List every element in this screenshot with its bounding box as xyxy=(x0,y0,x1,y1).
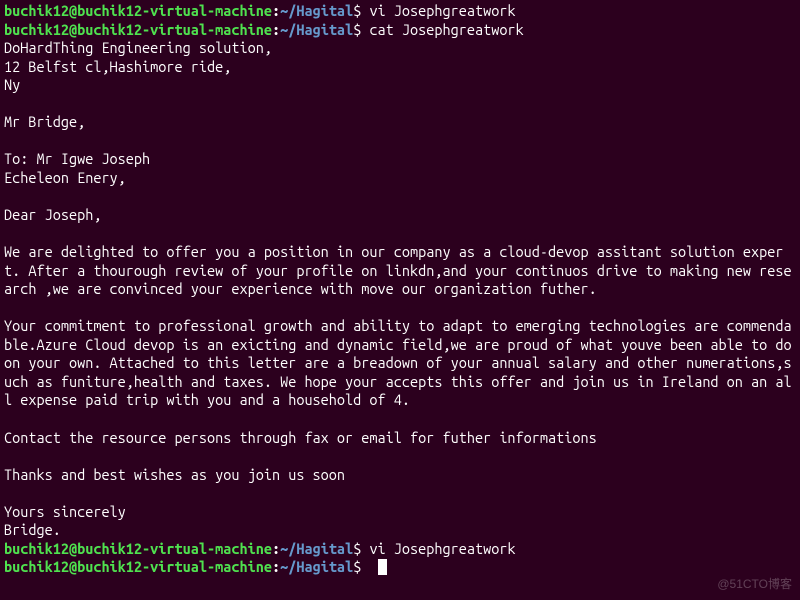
output-line: 12 Belfst cl,Hashimore ride, xyxy=(4,58,796,77)
output-line: Dear Joseph, xyxy=(4,206,796,225)
output-line xyxy=(4,187,796,206)
cwd-path: ~/Hagital xyxy=(280,558,353,575)
output-line: Thanks and best wishes as you join us so… xyxy=(4,466,796,485)
output-line xyxy=(4,484,796,503)
cursor-icon xyxy=(378,559,387,575)
prompt-line-2: buchik12@buchik12-virtual-machine:~/Hagi… xyxy=(4,21,796,40)
cwd-path: ~/Hagital xyxy=(280,540,353,557)
output-line xyxy=(4,225,796,244)
prompt-symbol: $ xyxy=(353,21,369,38)
user-host: buchik12@buchik12-virtual-machine xyxy=(4,540,272,557)
output-line: Your commitment to professional growth a… xyxy=(4,317,796,410)
terminal-screen[interactable]: buchik12@buchik12-virtual-machine:~/Hagi… xyxy=(4,2,796,577)
output-line xyxy=(4,299,796,318)
watermark-text: @51CTO博客 xyxy=(717,577,792,592)
command-text: vi Josephgreatwork xyxy=(369,540,515,557)
output-line: We are delighted to offer you a position… xyxy=(4,243,796,299)
separator: : xyxy=(272,558,280,575)
prompt-line-current[interactable]: buchik12@buchik12-virtual-machine:~/Hagi… xyxy=(4,558,796,577)
output-line xyxy=(4,410,796,429)
prompt-symbol: $ xyxy=(353,540,369,557)
output-line: To: Mr Igwe Joseph xyxy=(4,150,796,169)
output-line: Mr Bridge, xyxy=(4,113,796,132)
cwd-path: ~/Hagital xyxy=(280,21,353,38)
command-text: cat Josephgreatwork xyxy=(369,21,523,38)
output-line: Yours sincerely xyxy=(4,503,796,522)
output-line xyxy=(4,447,796,466)
output-line xyxy=(4,132,796,151)
prompt-line-3: buchik12@buchik12-virtual-machine:~/Hagi… xyxy=(4,540,796,559)
user-host: buchik12@buchik12-virtual-machine xyxy=(4,21,272,38)
prompt-symbol: $ xyxy=(353,558,369,575)
separator: : xyxy=(272,21,280,38)
output-line: Ny xyxy=(4,76,796,95)
prompt-symbol: $ xyxy=(353,2,369,19)
output-line: DoHardThing Engineering solution, xyxy=(4,39,796,58)
prompt-line-1: buchik12@buchik12-virtual-machine:~/Hagi… xyxy=(4,2,796,21)
output-line: Bridge. xyxy=(4,521,796,540)
separator: : xyxy=(272,540,280,557)
output-line: Contact the resource persons through fax… xyxy=(4,429,796,448)
user-host: buchik12@buchik12-virtual-machine xyxy=(4,2,272,19)
output-line xyxy=(4,95,796,114)
command-text: vi Josephgreatwork xyxy=(369,2,515,19)
command-input[interactable] xyxy=(369,558,377,575)
separator: : xyxy=(272,2,280,19)
user-host: buchik12@buchik12-virtual-machine xyxy=(4,558,272,575)
output-line: Echeleon Enery, xyxy=(4,169,796,188)
cwd-path: ~/Hagital xyxy=(280,2,353,19)
